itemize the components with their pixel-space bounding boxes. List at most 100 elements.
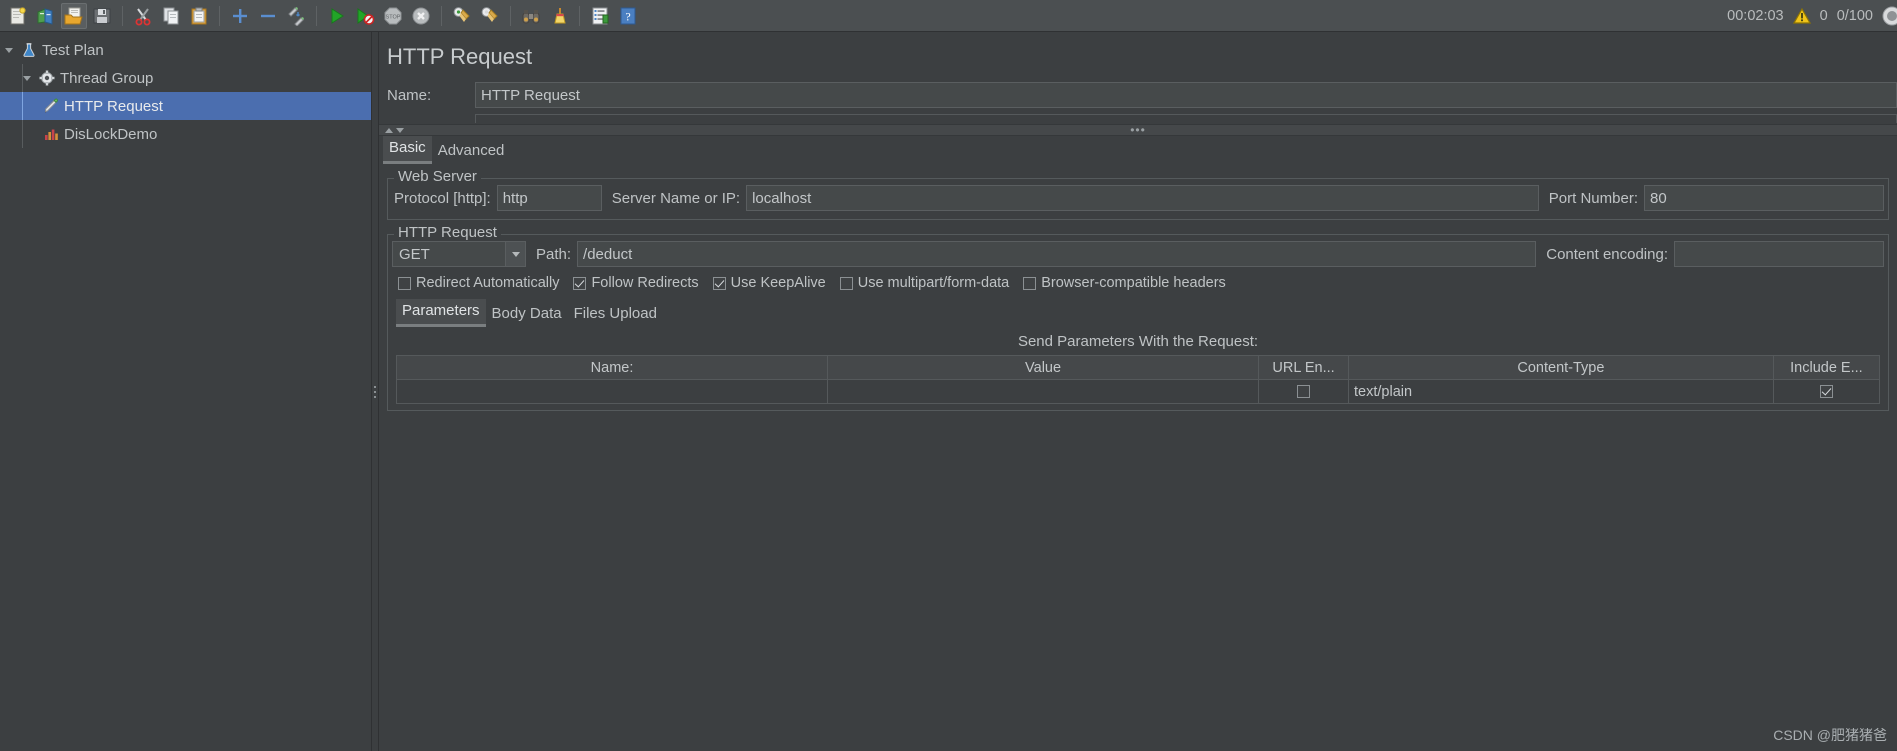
dropdown-arrow-box[interactable]	[505, 242, 525, 266]
clear-all-button[interactable]	[477, 3, 503, 29]
toolbar-separator	[510, 5, 511, 26]
cell-content-type[interactable]: text/plain	[1348, 379, 1774, 404]
checkbox-redirect-automatically[interactable]: Redirect Automatically	[398, 275, 559, 291]
parameters-tabstrip: Parameters Body Data Files Upload	[388, 299, 1888, 327]
stop-button[interactable]: STOP	[380, 3, 406, 29]
tree-item-label: HTTP Request	[64, 97, 163, 115]
checkbox-browser-compatible-headers[interactable]: Browser-compatible headers	[1023, 275, 1226, 291]
tree-item-http-request[interactable]: HTTP Request	[0, 92, 371, 120]
thread-count: 0/100	[1836, 8, 1873, 24]
web-server-group-title: Web Server	[394, 168, 481, 185]
start-button[interactable]	[324, 3, 350, 29]
play-no-timer-icon	[357, 7, 375, 25]
checkbox-box-icon[interactable]	[398, 276, 411, 290]
protocol-label: Protocol [http]:	[394, 189, 491, 207]
name-row: Name: HTTP Request	[379, 80, 1897, 110]
checkbox-box-checked-icon[interactable]	[573, 276, 587, 290]
main-tabstrip: Basic Advanced	[379, 136, 1897, 164]
collapse-all-button[interactable]	[255, 3, 281, 29]
checkbox-label: Follow Redirects	[591, 275, 699, 291]
tree-item-label: Thread Group	[60, 69, 154, 87]
toolbar-separator	[579, 5, 580, 26]
server-name-input[interactable]: localhost	[746, 185, 1539, 211]
tab-body-data[interactable]: Body Data	[486, 302, 568, 327]
toolbar-separator	[122, 5, 123, 26]
panel-splitter[interactable]	[372, 32, 379, 751]
help-button[interactable]: ?	[615, 3, 641, 29]
templates-button[interactable]	[33, 3, 59, 29]
tree-item-test-plan[interactable]: Test Plan	[0, 36, 371, 64]
web-server-fields: Protocol [http]: http Server Name or IP:…	[388, 179, 1888, 213]
chevron-up-icon[interactable]	[385, 127, 393, 133]
tree-expander[interactable]	[18, 75, 36, 81]
comments-input[interactable]	[475, 114, 1897, 123]
checkbox-follow-redirects[interactable]: Follow Redirects	[573, 275, 699, 291]
tab-parameters[interactable]: Parameters	[396, 299, 486, 327]
checkbox-box-checked-icon[interactable]	[1819, 385, 1833, 399]
function-helper-icon	[592, 7, 609, 24]
parameters-table[interactable]: Name: Value URL En... Content-Type Inclu…	[395, 355, 1881, 404]
clear-button[interactable]	[449, 3, 475, 29]
one-touch-divider[interactable]: •••	[379, 124, 1897, 136]
http-request-group-title: HTTP Request	[394, 224, 501, 241]
tab-files-upload[interactable]: Files Upload	[568, 302, 663, 327]
column-header-name[interactable]: Name:	[395, 355, 829, 380]
http-request-panel: HTTP Request Name: HTTP Request ••• Basi…	[379, 32, 1897, 751]
expand-all-button[interactable]	[227, 3, 253, 29]
table-row[interactable]: text/plain	[395, 379, 1881, 404]
column-header-url-encode[interactable]: URL En...	[1258, 355, 1350, 380]
warning-triangle-icon[interactable]	[1792, 8, 1811, 24]
tree-item-thread-group[interactable]: Thread Group	[0, 64, 371, 92]
shutdown-button[interactable]	[408, 3, 434, 29]
checkbox-box-icon[interactable]	[839, 276, 853, 290]
elapsed-time: 00:02:03	[1727, 8, 1784, 24]
cell-value[interactable]	[827, 379, 1260, 404]
checkbox-box-checked-icon[interactable]	[712, 276, 726, 290]
column-header-content-type[interactable]: Content-Type	[1348, 355, 1774, 380]
cell-name[interactable]	[395, 379, 829, 404]
clear-broom-icon	[453, 6, 470, 22]
new-test-plan-button[interactable]	[5, 3, 31, 29]
svg-text:?: ?	[625, 9, 630, 23]
checkbox-use-multipart[interactable]: Use multipart/form-data	[839, 275, 1009, 291]
checkbox-box-icon[interactable]	[1023, 276, 1037, 290]
clear-all-broom-icon	[481, 6, 498, 22]
checkbox-use-keepalive[interactable]: Use KeepAlive	[712, 275, 826, 291]
reset-search-button[interactable]	[546, 3, 572, 29]
binoculars-icon	[522, 9, 540, 23]
divider-arrows[interactable]	[385, 127, 404, 133]
tree-item-dislockdemo[interactable]: DisLockDemo	[0, 120, 371, 148]
function-helper-button[interactable]	[587, 3, 613, 29]
watermark-text: CSDN @肥猪猪爸	[1773, 727, 1887, 743]
cut-button[interactable]	[130, 3, 156, 29]
tab-basic[interactable]: Basic	[383, 136, 432, 164]
chevron-down-icon[interactable]	[396, 127, 404, 133]
column-header-include-equals[interactable]: Include E...	[1772, 355, 1881, 380]
search-button[interactable]	[518, 3, 544, 29]
paste-button[interactable]	[186, 3, 212, 29]
http-method-dropdown[interactable]: GET	[392, 241, 526, 267]
test-plan-tree[interactable]: Test Plan Thread Group HTTP Request DisL…	[0, 32, 372, 751]
plus-icon	[233, 8, 247, 23]
path-input[interactable]: /deduct	[577, 241, 1537, 267]
protocol-input[interactable]: http	[496, 185, 602, 211]
name-label: Name:	[387, 86, 432, 104]
cell-url-encode[interactable]	[1258, 379, 1350, 404]
cell-include-equals[interactable]	[1772, 379, 1881, 404]
save-button[interactable]	[89, 3, 115, 29]
clipboard-paste-icon	[191, 7, 207, 24]
tab-advanced[interactable]: Advanced	[432, 139, 511, 164]
start-no-timers-button[interactable]	[352, 3, 378, 29]
content-encoding-input[interactable]	[1674, 241, 1884, 267]
new-document-icon	[10, 6, 26, 24]
toggle-button[interactable]	[283, 3, 309, 29]
minus-icon	[261, 14, 275, 17]
tree-expander[interactable]	[0, 47, 18, 53]
column-header-value[interactable]: Value	[827, 355, 1260, 380]
checkbox-box-icon[interactable]	[1297, 385, 1311, 399]
port-number-input[interactable]: 80	[1644, 185, 1884, 211]
copy-button[interactable]	[158, 3, 184, 29]
help-question-icon: ?	[620, 7, 636, 24]
name-input[interactable]: HTTP Request	[475, 82, 1897, 108]
open-button[interactable]	[61, 2, 87, 29]
